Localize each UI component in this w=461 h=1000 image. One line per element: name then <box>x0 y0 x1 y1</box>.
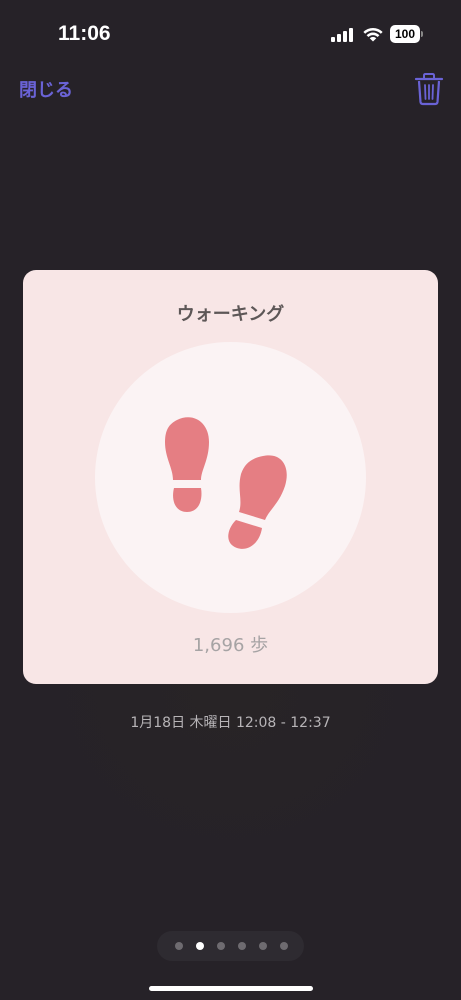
cellular-signal-icon <box>331 28 353 42</box>
screen: 11:06 100 閉じる ウォーキング 1,696 歩 1月18日 木曜日 1… <box>0 0 461 1000</box>
workout-card: ウォーキング 1,696 歩 <box>23 270 438 684</box>
status-bar: 11:06 100 <box>0 0 461 70</box>
status-time: 11:06 <box>58 22 111 45</box>
page-dot[interactable] <box>175 942 183 950</box>
home-indicator[interactable] <box>149 986 313 991</box>
battery-tip <box>421 31 423 37</box>
footprints-icon <box>165 417 287 549</box>
date-range: 1月18日 木曜日 12:08 - 12:37 <box>130 715 331 731</box>
page-dot[interactable] <box>259 942 267 950</box>
icon-circle <box>95 342 366 613</box>
wifi-icon <box>363 27 383 42</box>
card-title: ウォーキング <box>176 304 285 325</box>
battery-icon: 100 <box>390 25 424 43</box>
trash-icon[interactable] <box>414 72 444 106</box>
page-indicator[interactable] <box>157 931 304 961</box>
page-dot[interactable] <box>196 942 204 950</box>
step-count: 1,696 歩 <box>192 635 269 656</box>
battery-level: 100 <box>390 25 420 43</box>
page-dot[interactable] <box>238 942 246 950</box>
page-dot[interactable] <box>280 942 288 950</box>
close-button[interactable]: 閉じる <box>19 76 73 102</box>
page-dot[interactable] <box>217 942 225 950</box>
